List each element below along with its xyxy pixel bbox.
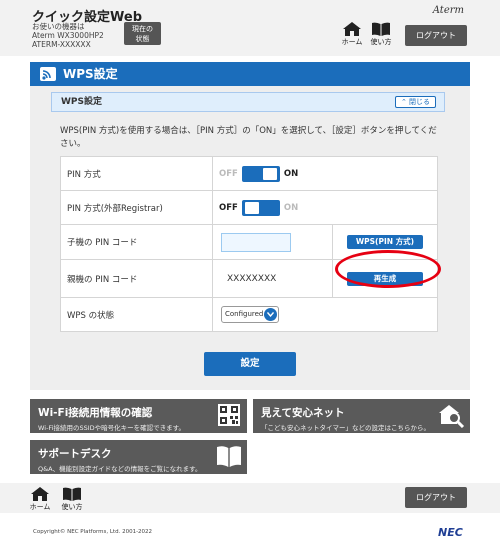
tile-title: 見えて安心ネット — [261, 407, 345, 419]
current-status-button[interactable]: 現在の 状態 — [124, 22, 161, 45]
router-pin-cell: XXXXXXXX — [212, 259, 333, 298]
wps-status-label: WPS の状態 — [60, 297, 213, 332]
collapse-button[interactable]: ⌃ 閉じる — [395, 96, 436, 108]
description-text: WPS(PIN 方式)を使用する場合は、［PIN 方式］の「ON」を選択して、［… — [60, 126, 437, 149]
set-button[interactable]: 設定 — [204, 352, 296, 376]
toggle-off-label: OFF — [219, 168, 238, 179]
tile-title: Wi-Fi接続用情報の確認 — [38, 407, 153, 419]
toggle-on-label: ON — [283, 168, 299, 179]
regenerate-button-cell: 再生成 — [332, 259, 438, 298]
wps-status-value: Configured — [225, 310, 264, 318]
status-button-line2: 状態 — [135, 35, 150, 43]
chevron-down-icon — [264, 308, 277, 321]
pin-method-registrar-toggle[interactable]: OFF ON — [213, 199, 437, 216]
logout-button[interactable]: ログアウト — [405, 25, 467, 46]
wps-settings-table: PIN 方式 OFF ON PIN 方式(外部Registrar) OFF ON… — [60, 156, 438, 332]
footer-home-button[interactable]: ホーム — [26, 487, 54, 512]
home-icon — [343, 22, 361, 36]
aterm-logo: Aterm — [432, 5, 464, 16]
book-icon — [217, 446, 241, 467]
pin-method-registrar-label: PIN 方式(外部Registrar) — [60, 190, 213, 225]
home-button[interactable]: ホーム — [338, 22, 366, 47]
tile-subtitle: 「こども安心ネットタイマー」などの設定はこちらから。 — [261, 424, 430, 432]
tile-mieru-anshin[interactable]: 見えて安心ネット 「こども安心ネットタイマー」などの設定はこちらから。 — [253, 399, 470, 433]
device-name: ATERM-XXXXXX — [32, 40, 91, 49]
footer-bar: ホーム 使い方 ログアウト — [0, 483, 500, 513]
book-icon — [63, 487, 81, 501]
wps-pin-button[interactable]: WPS(PIN 方式) — [347, 235, 423, 249]
client-pin-label: 子機の PIN コード — [60, 224, 213, 260]
pin-method-label: PIN 方式 — [60, 156, 213, 191]
footer-logout-button[interactable]: ログアウト — [405, 487, 467, 508]
toggle-off-label: OFF — [219, 202, 238, 213]
wps-status-cell: Configured — [212, 297, 438, 332]
home-icon — [31, 487, 49, 501]
tile-subtitle: Q&A、機能別設定ガイドなどの情報をご覧になれます。 — [38, 465, 202, 473]
table-row: 子機の PIN コード WPS(PIN 方式) — [60, 224, 438, 260]
wifi-icon — [40, 67, 56, 81]
house-search-icon — [439, 405, 465, 428]
router-pin-value: XXXXXXXX — [227, 273, 277, 284]
table-row: WPS の状態 Configured — [60, 297, 438, 332]
howto-label: 使い方 — [370, 38, 392, 46]
toggle-switch[interactable] — [241, 165, 280, 182]
status-button-line1: 現在の — [132, 25, 153, 33]
section-header: WPS設定 ⌃ 閉じる — [51, 92, 445, 112]
section-title: WPS設定 — [61, 97, 103, 107]
howto-button[interactable]: 使い方 — [367, 22, 395, 47]
book-icon — [372, 22, 390, 36]
tile-wifi-info[interactable]: Wi-Fi接続用情報の確認 Wi-Fi接続用のSSIDや暗号化キーを確認できます… — [30, 399, 247, 433]
tile-title: サポートデスク — [38, 448, 112, 460]
pin-method-registrar-cell: OFF ON — [212, 190, 438, 225]
panel-title: WPS設定 — [63, 67, 118, 81]
qr-code-icon — [218, 404, 240, 426]
home-label: ホーム — [29, 503, 51, 511]
copyright-text: Copyright© NEC Platforms, Ltd. 2001-2022 — [33, 529, 153, 535]
header: クイック設定Web お使いの機器は Aterm WX3000HP2 ATERM-… — [0, 0, 500, 56]
nec-logo: NEC — [438, 526, 463, 539]
pin-method-toggle[interactable]: OFF ON — [213, 165, 437, 182]
collapse-label: 閉じる — [409, 98, 431, 106]
table-row: 親機の PIN コード XXXXXXXX 再生成 — [60, 259, 438, 298]
client-pin-cell — [212, 224, 333, 260]
client-pin-input[interactable] — [221, 232, 291, 252]
pin-method-cell: OFF ON — [212, 156, 438, 191]
home-label: ホーム — [341, 38, 363, 46]
panel-title-bar: WPS設定 — [30, 62, 470, 86]
wps-pin-button-cell: WPS(PIN 方式) — [332, 224, 438, 260]
wps-status-select[interactable]: Configured — [221, 306, 279, 323]
table-row: PIN 方式 OFF ON — [60, 156, 438, 191]
howto-label: 使い方 — [61, 503, 83, 511]
toggle-switch[interactable] — [241, 199, 280, 216]
tile-support-desk[interactable]: サポートデスク Q&A、機能別設定ガイドなどの情報をご覧になれます。 — [30, 440, 247, 474]
regenerate-button[interactable]: 再生成 — [347, 271, 423, 286]
table-row: PIN 方式(外部Registrar) OFF ON — [60, 190, 438, 225]
chevron-up-icon: ⌃ — [400, 98, 407, 106]
router-pin-label: 親機の PIN コード — [60, 259, 213, 298]
footer-howto-button[interactable]: 使い方 — [58, 487, 86, 512]
toggle-on-label: ON — [283, 202, 299, 213]
tile-subtitle: Wi-Fi接続用のSSIDや暗号化キーを確認できます。 — [38, 424, 186, 432]
